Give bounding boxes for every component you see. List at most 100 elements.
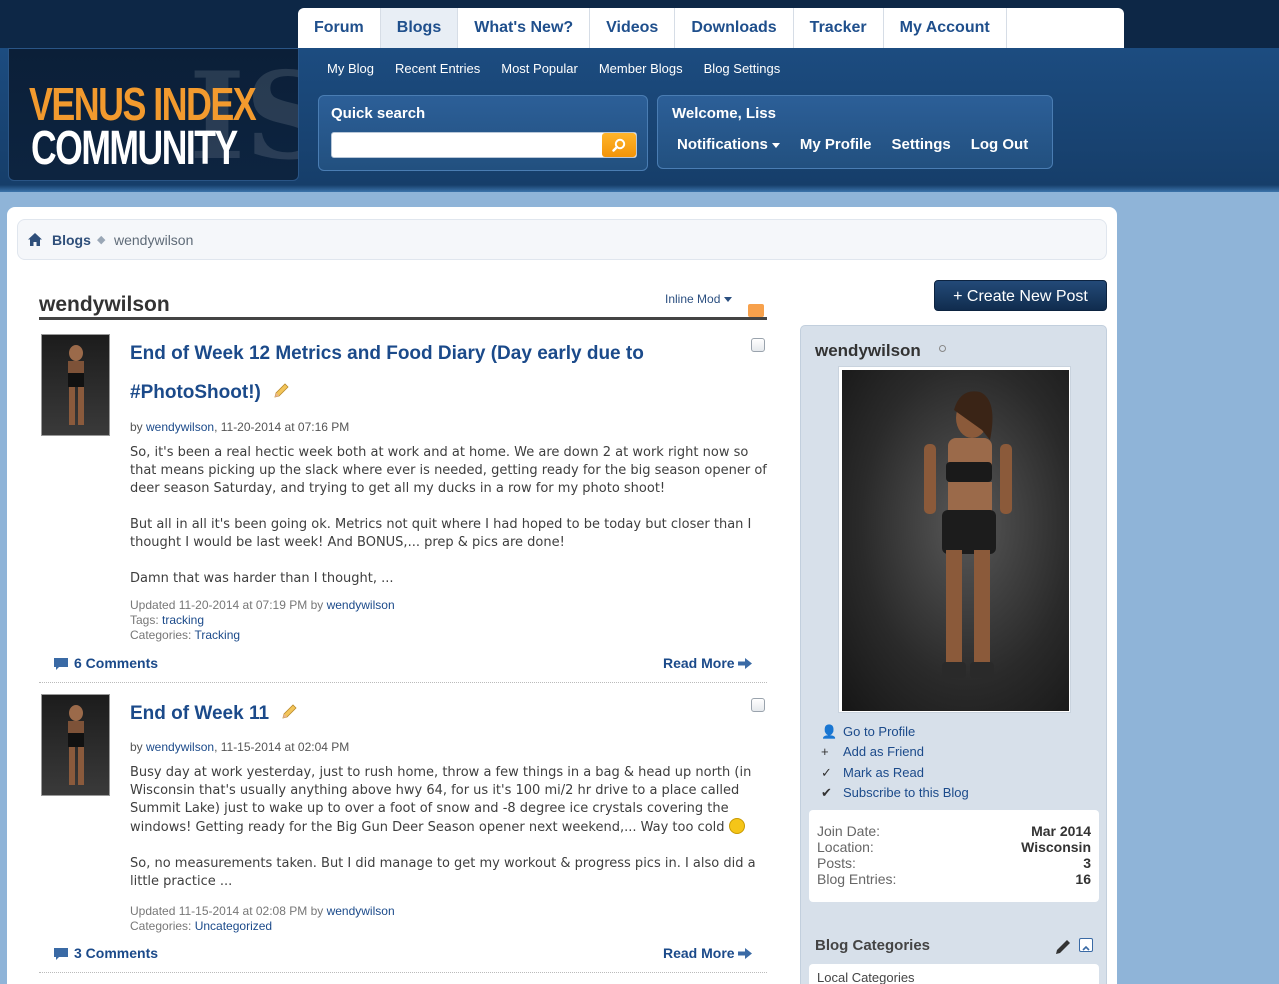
entry-updated-by-link[interactable]: wendywilson [327, 904, 395, 918]
entry-categories-label: Categories: [130, 919, 195, 933]
entry-tags-label: Tags: [130, 613, 163, 627]
my-profile-link[interactable]: My Profile [800, 136, 872, 153]
arrow-right-icon [737, 658, 752, 669]
local-categories-label: Local Categories [817, 970, 915, 984]
collapse-icon[interactable] [1079, 938, 1093, 952]
plus-icon: + [953, 288, 967, 305]
read-more-label: Read More [663, 945, 735, 961]
add-friend-label: Add as Friend [843, 744, 924, 759]
entry-author-link[interactable]: wendywilson [146, 420, 214, 434]
breadcrumb: Blogs ◆ wendywilson [17, 219, 1107, 260]
rss-icon[interactable] [748, 304, 764, 317]
entry-body: So, it's been a real hectic week both at… [130, 444, 770, 606]
comment-icon [54, 658, 68, 670]
entry-title[interactable]: End of Week 11 [130, 694, 298, 733]
mark-as-read-link[interactable]: ✓ Mark as Read [821, 765, 924, 781]
tab-blogs[interactable]: Blogs [380, 8, 459, 48]
tab-tracker[interactable]: Tracker [794, 8, 884, 48]
welcome-message: Welcome, Liss [672, 105, 776, 122]
tab-videos[interactable]: Videos [590, 8, 676, 48]
entry-tag-link[interactable]: tracking [162, 613, 204, 627]
entry-updated: Updated 11-20-2014 at 07:19 PM by wendyw… [130, 598, 395, 613]
blogger-username[interactable]: wendywilson [815, 341, 921, 361]
entry-author-link[interactable]: wendywilson [146, 740, 214, 754]
subscribe-blog-link[interactable]: ✔ Subscribe to this Blog [821, 785, 969, 801]
entry-paragraph: Damn that was harder than I thought, ... [130, 571, 394, 586]
stat-label: Posts: [817, 855, 856, 871]
entry-comments-link[interactable]: 3 Comments [53, 945, 158, 961]
blogger-stats: Join Date: Mar 2014 Location: Wisconsin … [809, 810, 1099, 902]
quick-search-panel: Quick search [318, 95, 648, 171]
chevron-up-icon [1082, 945, 1090, 951]
create-post-label: Create New Post [966, 288, 1088, 305]
site-logo[interactable]: IS VENUS INDEX COMMUNITY [8, 48, 299, 181]
subtab-most-popular[interactable]: Most Popular [492, 58, 590, 80]
read-more-link[interactable]: Read More [663, 945, 752, 961]
blog-title-divider [39, 317, 767, 320]
entry-category-link[interactable]: Uncategorized [195, 919, 272, 933]
breadcrumb-current: wendywilson [114, 232, 194, 248]
frown-emoji-icon [728, 818, 745, 834]
entry-categories: Categories: Tracking [130, 628, 395, 643]
site-header: IS VENUS INDEX COMMUNITY Forum Blogs Wha… [0, 0, 1279, 192]
search-button[interactable] [602, 133, 636, 157]
tab-my-account[interactable]: My Account [884, 8, 1007, 48]
user-panel: Welcome, Liss Notifications My Profile S… [657, 95, 1053, 169]
sub-navigation: My Blog Recent Entries Most Popular Memb… [318, 58, 792, 80]
tab-downloads[interactable]: Downloads [675, 8, 794, 48]
pencil-icon[interactable] [280, 703, 298, 721]
quick-search-input[interactable] [331, 132, 637, 158]
settings-link[interactable]: Settings [892, 136, 951, 153]
subtab-blog-settings[interactable]: Blog Settings [695, 58, 793, 80]
entry-select-checkbox[interactable] [751, 338, 765, 352]
stat-label: Blog Entries: [817, 871, 897, 887]
entry-paragraph: Busy day at work yesterday, just to rush… [130, 764, 770, 837]
entry-select-checkbox[interactable] [751, 698, 765, 712]
plus-icon: + [821, 744, 829, 759]
person-photo-icon [68, 345, 84, 425]
go-to-profile-link[interactable]: 👤 Go to Profile [821, 724, 915, 740]
entry-thumbnail[interactable] [41, 694, 110, 796]
subtab-member-blogs[interactable]: Member Blogs [590, 58, 695, 80]
entry-paragraph-text: Busy day at work yesterday, just to rush… [130, 765, 752, 835]
notifications-link[interactable]: Notifications [677, 136, 780, 153]
create-new-post-button[interactable]: + Create New Post [934, 280, 1107, 311]
entry-title-line1: End of Week 12 Metrics and Food Diary (D… [130, 343, 644, 364]
entry-date: , 11-15-2014 at 02:04 PM [214, 740, 350, 754]
entry-categories-label: Categories: [130, 628, 195, 642]
entry-thumbnail[interactable] [41, 334, 110, 436]
entry-paragraph: So, it's been a real hectic week both at… [130, 445, 767, 496]
pencil-icon[interactable] [1054, 938, 1072, 956]
tab-whats-new[interactable]: What's New? [458, 8, 591, 48]
notifications-label: Notifications [677, 136, 768, 153]
entry-comments-link[interactable]: 6 Comments [53, 655, 158, 671]
entry-title[interactable]: End of Week 12 Metrics and Food Diary (D… [130, 334, 644, 412]
stat-value: 16 [1075, 871, 1091, 887]
entry-paragraph: So, no measurements taken. But I did man… [130, 856, 756, 889]
entry-updated-by-link[interactable]: wendywilson [327, 598, 395, 612]
breadcrumb-blogs-link[interactable]: Blogs [52, 232, 91, 248]
inline-mod-menu[interactable]: Inline Mod [665, 292, 733, 306]
logo-text-bottom: COMMUNITY [31, 122, 238, 175]
read-more-link[interactable]: Read More [663, 655, 752, 671]
blogger-avatar[interactable] [838, 366, 1071, 713]
add-friend-link[interactable]: + Add as Friend [821, 744, 924, 759]
person-photo-icon [68, 705, 84, 785]
tab-forum[interactable]: Forum [298, 8, 381, 48]
home-icon[interactable] [28, 233, 42, 246]
entry-title-line1: End of Week 11 [130, 703, 270, 724]
quick-search-label: Quick search [331, 105, 426, 122]
pencil-icon[interactable] [272, 382, 290, 400]
entry-updated-text: Updated 11-20-2014 at 07:19 PM by [130, 598, 327, 612]
subtab-my-blog[interactable]: My Blog [318, 58, 386, 80]
stat-value: Wisconsin [1021, 839, 1091, 855]
subtab-recent-entries[interactable]: Recent Entries [386, 58, 492, 80]
comment-icon [54, 948, 68, 960]
logout-link[interactable]: Log Out [971, 136, 1028, 153]
chevron-down-icon [724, 297, 733, 303]
entry-date: , 11-20-2014 at 07:16 PM [214, 420, 350, 434]
user-links: Notifications My Profile Settings Log Ou… [677, 136, 1048, 153]
stat-value: Mar 2014 [1031, 823, 1091, 839]
entry-category-link[interactable]: Tracking [194, 628, 240, 642]
mark-as-read-label: Mark as Read [843, 765, 924, 780]
